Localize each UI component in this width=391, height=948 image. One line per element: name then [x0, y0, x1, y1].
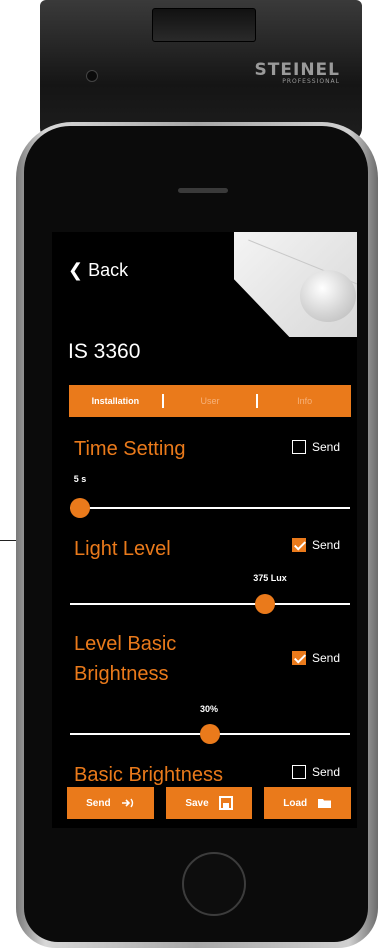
- back-label: Back: [88, 260, 129, 280]
- light-level-title: Light Level: [74, 538, 171, 560]
- send-label: Send: [312, 538, 341, 552]
- dongle-slot: [152, 8, 256, 42]
- save-button[interactable]: Save: [165, 787, 253, 819]
- send-button[interactable]: Send: [67, 787, 154, 819]
- dongle-sensor-hole: [86, 70, 98, 82]
- time-setting-value: 5 s: [73, 474, 87, 484]
- time-setting-send-checkbox[interactable]: [292, 440, 306, 454]
- send-label: Send: [312, 765, 341, 779]
- save-icon: [218, 796, 233, 810]
- level-basic-brightness-slider[interactable]: [70, 724, 350, 744]
- basic-brightness-send-toggle[interactable]: Send: [292, 765, 340, 779]
- time-setting-title: Time Setting: [74, 438, 186, 460]
- home-button[interactable]: [182, 852, 246, 916]
- app-screen: ❮ Back IS 3360 Installation User Info Ti…: [52, 232, 357, 828]
- send-signal-icon: [121, 798, 133, 808]
- slider-track: [70, 507, 350, 509]
- brand-logo: STEINEL PROFESSIONAL: [254, 60, 340, 85]
- level-basic-brightness-send-toggle[interactable]: Send: [292, 651, 340, 665]
- basic-brightness-send-checkbox[interactable]: [292, 765, 306, 779]
- tab-installation[interactable]: Installation: [69, 396, 162, 406]
- load-button[interactable]: Load: [264, 787, 352, 819]
- tab-info[interactable]: Info: [258, 396, 351, 406]
- slider-track: [70, 603, 350, 605]
- back-button[interactable]: ❮ Back: [68, 260, 128, 281]
- phone-speaker: [178, 188, 228, 193]
- remote-control-dongle: STEINEL PROFESSIONAL: [40, 0, 362, 142]
- sensor-dome: [300, 270, 356, 322]
- slider-thumb[interactable]: [200, 724, 220, 744]
- action-bar: Send Save Load: [67, 787, 352, 819]
- level-basic-brightness-value: 30%: [199, 704, 219, 714]
- page-title: IS 3360: [68, 340, 141, 363]
- time-setting-slider[interactable]: [70, 498, 350, 518]
- time-setting-send-toggle[interactable]: Send: [292, 440, 340, 454]
- slider-thumb[interactable]: [254, 594, 275, 614]
- light-level-slider[interactable]: [70, 594, 350, 614]
- tab-user[interactable]: User: [164, 396, 257, 406]
- light-level-send-checkbox[interactable]: [292, 538, 306, 552]
- folder-icon: [318, 799, 332, 808]
- level-basic-brightness-title: Level Basic Brightness: [74, 633, 177, 685]
- slider-thumb[interactable]: [70, 498, 90, 518]
- send-label: Send: [312, 440, 341, 454]
- light-level-value: 375 Lux: [253, 573, 287, 583]
- sensor-product-image: [234, 232, 357, 337]
- chevron-left-icon: ❮: [68, 260, 84, 280]
- send-label: Send: [312, 651, 341, 665]
- light-level-send-toggle[interactable]: Send: [292, 538, 340, 552]
- tab-bar: Installation User Info: [69, 385, 351, 417]
- level-basic-brightness-send-checkbox[interactable]: [292, 651, 306, 665]
- basic-brightness-title: Basic Brightness: [74, 764, 223, 786]
